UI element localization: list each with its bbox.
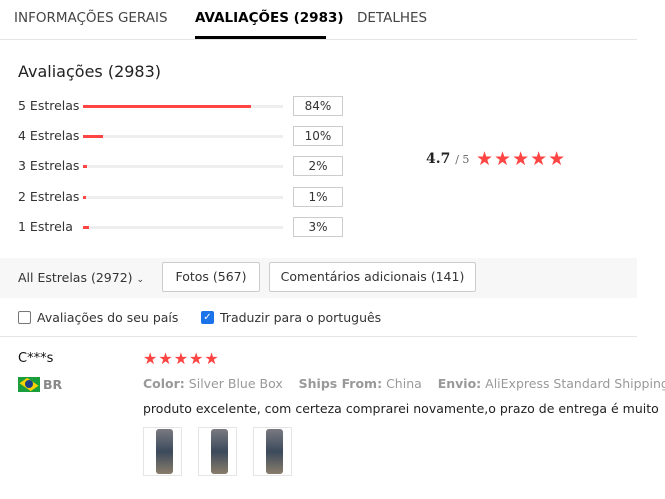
photos-filter-button[interactable]: Fotos (567) <box>162 262 260 292</box>
rating-bar <box>83 105 283 108</box>
average-score: 4.7 / 5 <box>426 151 469 167</box>
rating-percent: 2% <box>293 156 343 176</box>
tab-reviews[interactable]: AVALIAÇÕES (2983) <box>195 10 344 26</box>
tab-details[interactable]: DETALHES <box>357 10 427 26</box>
review-photo[interactable] <box>198 427 237 476</box>
star-filter-label: All Estrelas (2972) <box>18 270 133 285</box>
rating-row-label: 3 Estrelas <box>18 158 80 173</box>
brazil-flag-icon <box>18 377 40 392</box>
reviews-title: Avaliações (2983) <box>18 62 162 81</box>
tab-general-info[interactable]: INFORMAÇÕES GERAIS <box>14 10 168 26</box>
rating-row[interactable]: 1 Estrela 3% <box>18 217 348 237</box>
rating-percent: 1% <box>293 187 343 207</box>
shipping-label: Envio: <box>437 376 482 391</box>
tab-bar: INFORMAÇÕES GERAIS AVALIAÇÕES (2983) DET… <box>0 0 637 40</box>
review-photo[interactable] <box>253 427 292 476</box>
rating-row-label: 2 Estrelas <box>18 189 80 204</box>
rating-row[interactable]: 2 Estrelas 1% <box>18 187 348 207</box>
own-country-label: Avaliações do seu país <box>37 310 179 325</box>
star-filter-select[interactable]: All Estrelas (2972) ⌄ <box>18 270 144 285</box>
reviewer-name: C***s <box>18 351 54 366</box>
rating-bar <box>83 135 283 138</box>
rating-bar-fill <box>83 196 86 199</box>
color-value: Silver Blue Box <box>188 376 283 391</box>
ships-from-value: China <box>386 376 422 391</box>
filter-bar: All Estrelas (2972) ⌄ Fotos (567) Coment… <box>0 258 637 298</box>
rating-bar-fill <box>83 105 251 108</box>
score-value: 4.7 <box>426 151 451 167</box>
translate-checkbox[interactable]: ✓ Traduzir para o português <box>201 310 381 325</box>
active-tab-underline <box>195 36 326 39</box>
rating-percent: 84% <box>293 96 343 116</box>
own-country-checkbox[interactable]: Avaliações do seu país <box>18 310 178 325</box>
rating-row[interactable]: 3 Estrelas 2% <box>18 156 348 176</box>
score-max: / 5 <box>455 153 470 166</box>
ships-from-label: Ships From: <box>298 376 383 391</box>
average-stars-icon: ★★★★★ <box>476 148 567 170</box>
rating-row-label: 1 Estrela <box>18 219 73 234</box>
rating-bar <box>83 165 283 168</box>
review-text: produto excelente, com certeza comprarei… <box>143 401 659 416</box>
color-label: Color: <box>143 376 185 391</box>
review-meta: Color: Silver Blue Box Ships From: China… <box>143 376 665 391</box>
rating-row-label: 4 Estrelas <box>18 128 80 143</box>
rating-row-label: 5 Estrelas <box>18 98 80 113</box>
rating-bar <box>83 226 283 229</box>
rating-bar-fill <box>83 226 89 229</box>
checkbox-checked-icon[interactable]: ✓ <box>201 311 214 324</box>
review-photo[interactable] <box>143 427 182 476</box>
translate-label: Traduzir para o português <box>220 310 382 325</box>
rating-row[interactable]: 4 Estrelas 10% <box>18 126 348 146</box>
reviewer-country: BR <box>43 377 63 392</box>
rating-bar-fill <box>83 165 87 168</box>
divider <box>0 336 637 337</box>
rating-row[interactable]: 5 Estrelas 84% <box>18 96 348 116</box>
rating-bar <box>83 196 283 199</box>
rating-bar-fill <box>83 135 103 138</box>
rating-percent: 3% <box>293 217 343 237</box>
rating-percent: 10% <box>293 126 343 146</box>
review-stars-icon: ★★★★★ <box>143 349 220 368</box>
checkbox-unchecked-icon[interactable] <box>18 311 31 324</box>
shipping-value: AliExpress Standard Shipping <box>485 376 665 391</box>
chevron-down-icon: ⌄ <box>136 275 145 285</box>
additional-comments-button[interactable]: Comentários adicionais (141) <box>269 262 476 292</box>
